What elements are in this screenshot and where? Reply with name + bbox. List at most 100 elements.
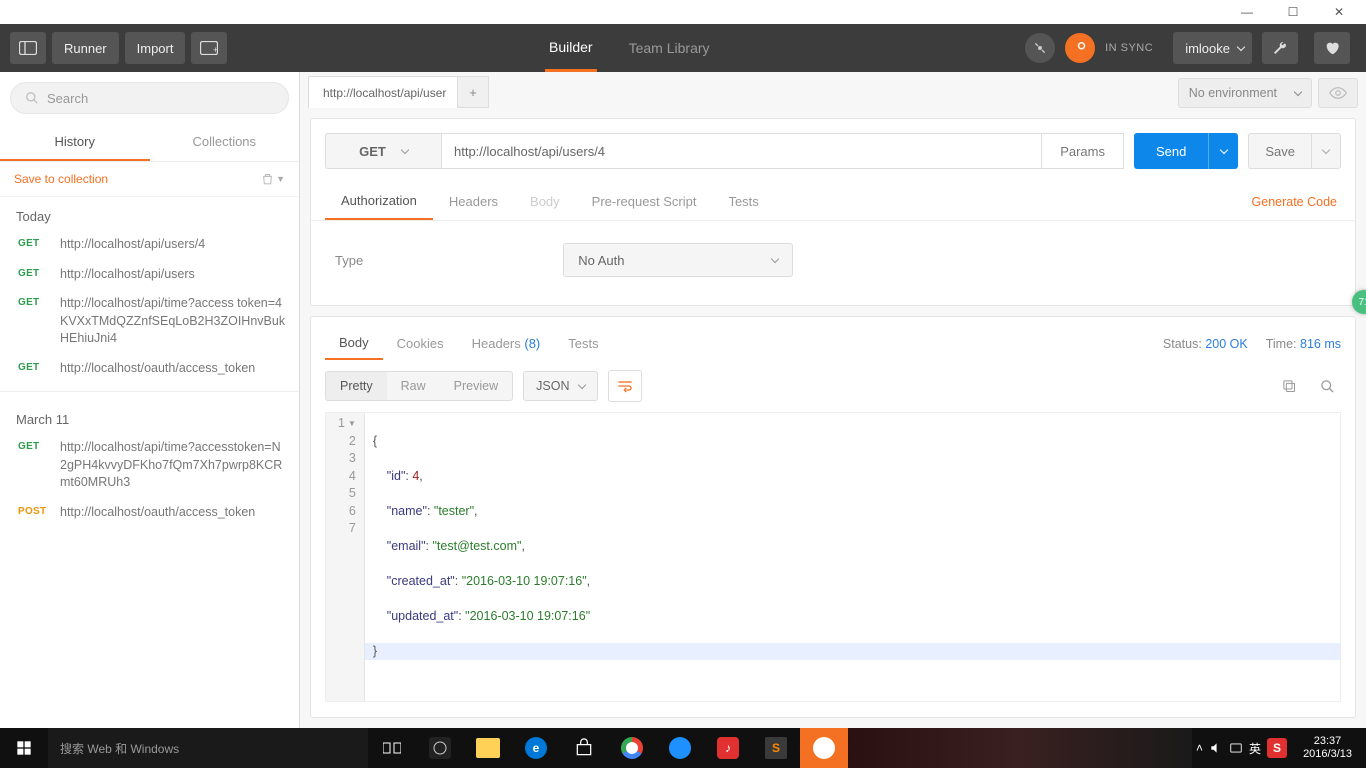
import-button[interactable]: Import — [125, 32, 186, 64]
subtab-prerequest[interactable]: Pre-request Script — [576, 184, 713, 219]
method-badge: GET — [18, 266, 50, 279]
chrome-app[interactable] — [608, 728, 656, 768]
editor-app[interactable]: S — [752, 728, 800, 768]
explorer-app[interactable] — [464, 728, 512, 768]
search-icon — [1320, 379, 1335, 394]
view-pretty[interactable]: Pretty — [326, 372, 387, 400]
store-icon — [574, 738, 594, 758]
params-button[interactable]: Params — [1042, 133, 1124, 169]
music-app[interactable]: ♪ — [704, 728, 752, 768]
taskbar-background — [848, 728, 1192, 768]
send-button[interactable]: Send — [1134, 133, 1208, 169]
copy-icon — [1282, 379, 1297, 394]
postman-logo-icon — [1065, 33, 1095, 63]
line-gutter: 1 ▼234567 — [326, 413, 365, 701]
copy-response-button[interactable] — [1275, 372, 1303, 400]
send-dropdown[interactable] — [1208, 133, 1238, 169]
subtab-authorization[interactable]: Authorization — [325, 183, 433, 220]
task-view-button[interactable] — [368, 728, 416, 768]
generate-code-link[interactable]: Generate Code — [1252, 195, 1341, 209]
history-item[interactable]: GEThttp://localhost/api/time?accesstoken… — [0, 433, 299, 498]
globe-icon — [669, 737, 691, 759]
subtab-body[interactable]: Body — [514, 184, 576, 219]
heart-icon — [1324, 40, 1340, 56]
sync-icon[interactable] — [1025, 33, 1055, 63]
user-menu[interactable]: imlooke — [1173, 32, 1252, 64]
view-preview[interactable]: Preview — [440, 372, 512, 400]
postman-app[interactable] — [800, 728, 848, 768]
windows-icon — [16, 740, 32, 756]
save-to-collection-link[interactable]: Save to collection — [14, 172, 108, 186]
ime-indicator[interactable]: 英 — [1249, 740, 1261, 757]
wrap-lines-button[interactable] — [608, 370, 642, 402]
toggle-sidebar-button[interactable] — [10, 32, 46, 64]
window-close[interactable]: ✕ — [1316, 0, 1362, 24]
sogou-ime-icon[interactable]: S — [1267, 738, 1287, 758]
history-item[interactable]: GEThttp://localhost/oauth/access_token — [0, 354, 299, 384]
browser-app[interactable] — [656, 728, 704, 768]
environment-preview-button[interactable] — [1318, 78, 1358, 108]
sidebar-tab-collections[interactable]: Collections — [150, 124, 300, 161]
settings-button[interactable] — [1262, 32, 1298, 64]
request-tab[interactable]: http://localhost/api/user — [308, 76, 458, 108]
sublime-icon: S — [765, 737, 787, 759]
sync-status-label: IN SYNC — [1105, 42, 1153, 54]
store-app[interactable] — [560, 728, 608, 768]
history-url: http://localhost/api/users/4 — [60, 236, 205, 254]
subtab-headers[interactable]: Headers — [433, 184, 514, 219]
history-item[interactable]: GEThttp://localhost/api/time?access toke… — [0, 289, 299, 354]
save-button[interactable]: Save — [1248, 133, 1311, 169]
runner-button[interactable]: Runner — [52, 32, 119, 64]
request-card: GET http://localhost/api/users/4 Params … — [310, 118, 1356, 306]
wrap-icon — [617, 379, 633, 393]
heart-button[interactable] — [1314, 32, 1350, 64]
window-maximize[interactable]: ☐ — [1270, 0, 1316, 24]
response-tab-headers[interactable]: Headers (8) — [458, 328, 555, 359]
history-item[interactable]: GET http://localhost/api/users — [0, 260, 299, 290]
chevron-down-icon — [1220, 146, 1228, 154]
history-url: http://localhost/api/users — [60, 266, 195, 284]
save-dropdown[interactable] — [1311, 133, 1341, 169]
clock-date: 2016/3/13 — [1303, 748, 1352, 761]
time-value: 816 ms — [1300, 337, 1341, 351]
start-button[interactable] — [0, 728, 48, 768]
tab-builder[interactable]: Builder — [545, 24, 597, 72]
view-raw[interactable]: Raw — [387, 372, 440, 400]
response-tab-cookies[interactable]: Cookies — [383, 328, 458, 359]
environment-selector[interactable]: No environment — [1178, 78, 1312, 108]
chevron-down-icon — [771, 255, 779, 263]
history-item[interactable]: POSThttp://localhost/oauth/access_token — [0, 498, 299, 528]
status-label: Status: — [1163, 337, 1202, 351]
history-url: http://localhost/oauth/access_token — [60, 504, 255, 522]
format-selector[interactable]: JSON — [523, 371, 598, 401]
clock-time: 23:37 — [1303, 735, 1352, 748]
sidebar-tab-history[interactable]: History — [0, 124, 150, 161]
method-label: GET — [359, 144, 386, 159]
subtab-tests[interactable]: Tests — [712, 184, 774, 219]
new-window-button[interactable]: + — [191, 32, 227, 64]
response-tab-tests[interactable]: Tests — [554, 328, 612, 359]
search-input[interactable]: Search — [10, 82, 289, 114]
method-selector[interactable]: GET — [325, 133, 441, 169]
clear-history-button[interactable]: ▼ — [261, 172, 285, 186]
volume-icon[interactable] — [1209, 741, 1223, 755]
response-tab-body[interactable]: Body — [325, 327, 383, 360]
url-input[interactable]: http://localhost/api/users/4 — [441, 133, 1042, 169]
search-response-button[interactable] — [1313, 372, 1341, 400]
edge-app[interactable]: e — [512, 728, 560, 768]
tab-team-library[interactable]: Team Library — [625, 24, 714, 72]
auth-type-selector[interactable]: No Auth — [563, 243, 793, 277]
environment-label: No environment — [1189, 86, 1277, 100]
tray-up-icon[interactable]: ˄ — [1196, 741, 1203, 755]
chevron-down-icon — [401, 146, 409, 154]
auth-type-value: No Auth — [578, 253, 624, 268]
headers-label: Headers — [472, 336, 521, 351]
taskbar-search[interactable]: 搜索 Web 和 Windows — [48, 728, 368, 768]
window-minimize[interactable]: — — [1224, 0, 1270, 24]
history-item[interactable]: GEThttp://localhost/api/users/4 — [0, 230, 299, 260]
notification-icon[interactable] — [1229, 741, 1243, 755]
response-body-editor[interactable]: 1 ▼234567 { "id": 4, "name": "tester", "… — [325, 412, 1341, 702]
taskbar-clock[interactable]: 23:37 2016/3/13 — [1293, 735, 1362, 761]
app-icon[interactable] — [416, 728, 464, 768]
add-tab-button[interactable]: + — [457, 76, 489, 108]
